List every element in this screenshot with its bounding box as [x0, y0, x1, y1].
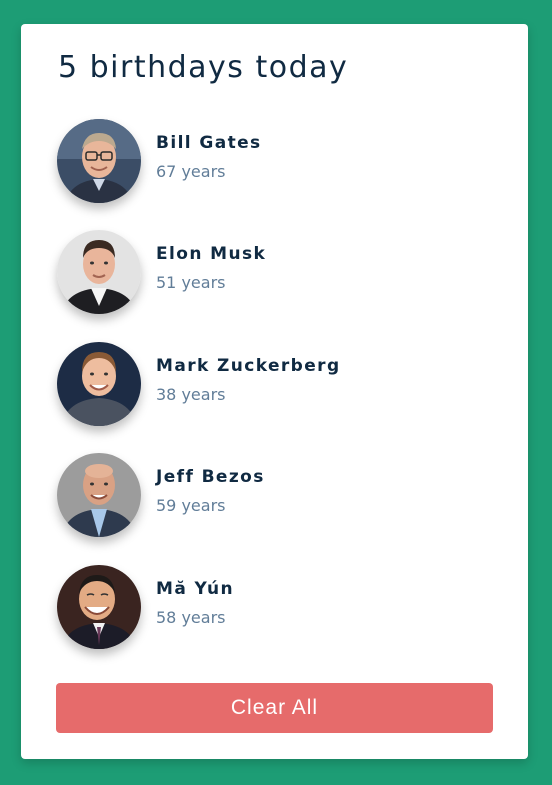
person-name: Mă Yún [156, 579, 234, 599]
person-item: Mark Zuckerberg 38 years [57, 342, 497, 428]
person-age: 38 years [156, 385, 226, 404]
avatar [57, 565, 141, 649]
birthday-card: 5 birthdays today Bill Gates 67 years El… [21, 24, 528, 759]
person-item: Jeff Bezos 59 years [57, 453, 497, 539]
person-age: 58 years [156, 608, 226, 627]
person-item: Bill Gates 67 years [57, 119, 497, 205]
page-title: 5 birthdays today [58, 50, 349, 85]
person-name: Elon Musk [156, 244, 267, 264]
avatar [57, 230, 141, 314]
person-age: 67 years [156, 162, 226, 181]
clear-all-button[interactable]: Clear All [56, 683, 493, 733]
person-item: Elon Musk 51 years [57, 230, 497, 316]
person-name: Mark Zuckerberg [156, 356, 341, 376]
person-name: Bill Gates [156, 133, 262, 153]
person-item: Mă Yún 58 years [57, 565, 497, 651]
avatar [57, 119, 141, 203]
person-age: 51 years [156, 273, 226, 292]
person-age: 59 years [156, 496, 226, 515]
avatar [57, 453, 141, 537]
avatar [57, 342, 141, 426]
person-name: Jeff Bezos [156, 467, 265, 487]
